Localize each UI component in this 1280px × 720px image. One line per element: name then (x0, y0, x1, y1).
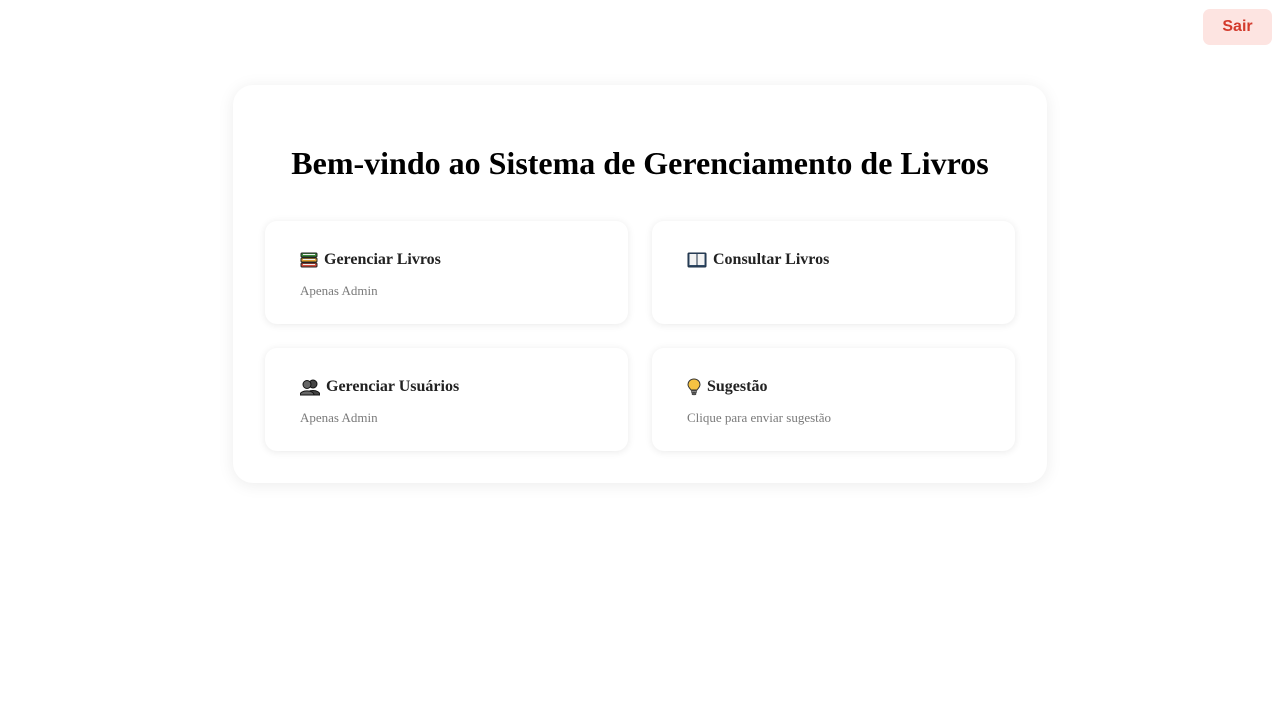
users-icon (299, 378, 321, 396)
card-subtitle: Apenas Admin (300, 283, 378, 298)
logout-button[interactable]: Sair (1203, 9, 1272, 45)
card-title: Sugestão (707, 378, 768, 395)
card-consult-books[interactable]: Consultar Livros (652, 221, 1015, 324)
card-title: Consultar Livros (713, 251, 830, 268)
page-title: Bem-vindo ao Sistema de Gerenciamento de… (291, 145, 989, 181)
lightbulb-icon (687, 378, 701, 396)
books-icon (300, 251, 318, 269)
card-subtitle: Clique para enviar sugestão (687, 410, 832, 425)
card-manage-books[interactable]: Gerenciar Livros Apenas Admin (265, 221, 628, 324)
open-book-icon (687, 251, 707, 269)
card-subtitle: Apenas Admin (300, 410, 378, 425)
card-suggestion[interactable]: Sugestão Clique para enviar sugestão (652, 348, 1015, 451)
card-title: Gerenciar Usuários (326, 378, 460, 395)
welcome-panel: Bem-vindo ao Sistema de Gerenciamento de… (233, 85, 1047, 483)
card-manage-users[interactable]: Gerenciar Usuários Apenas Admin (265, 348, 628, 451)
card-title: Gerenciar Livros (324, 251, 441, 268)
